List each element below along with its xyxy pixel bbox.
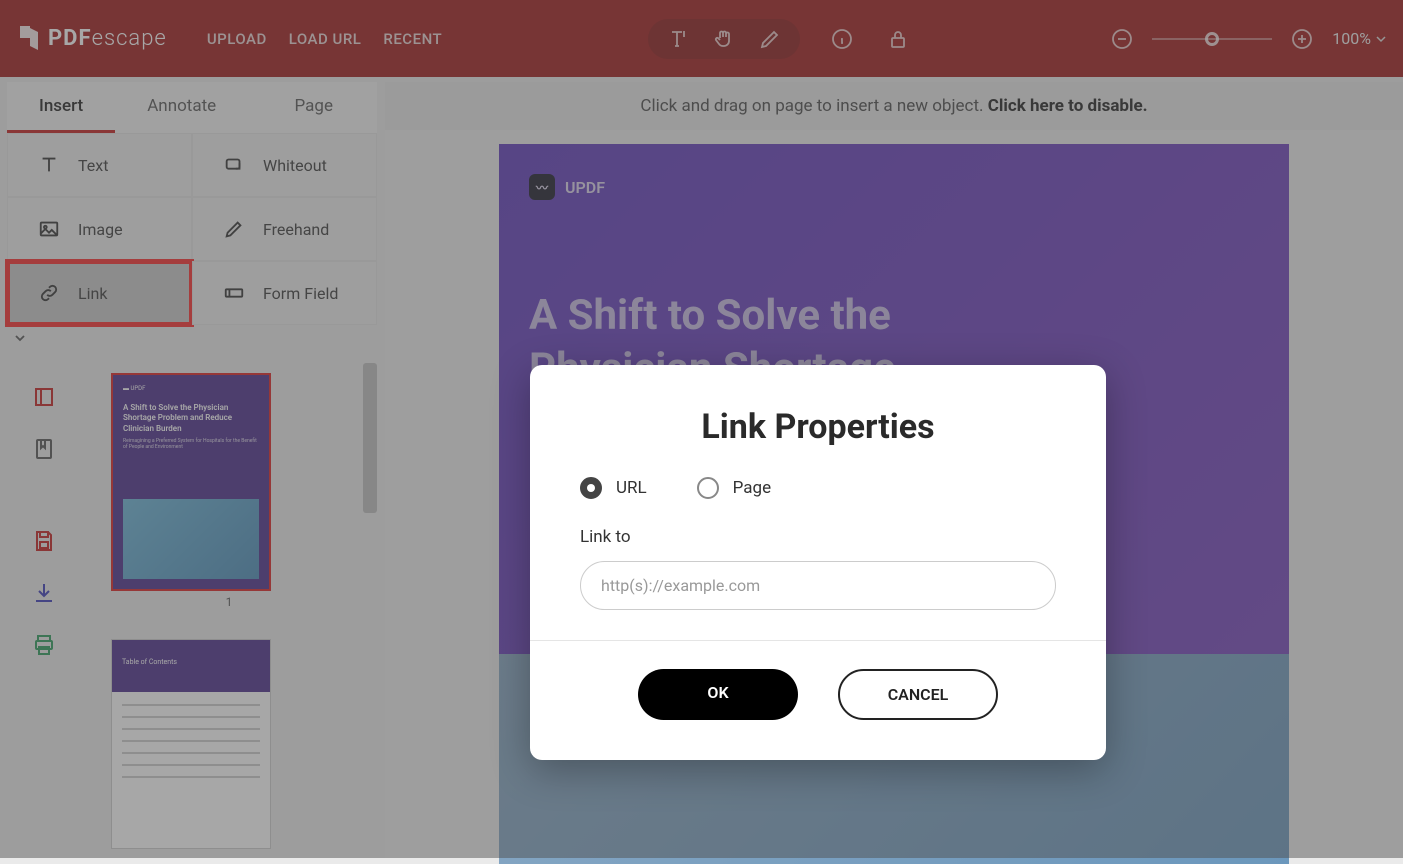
radio-page[interactable]: Page bbox=[697, 477, 771, 499]
link-properties-dialog: Link Properties URL Page Link to OK CANC… bbox=[530, 365, 1106, 760]
radio-url-indicator bbox=[580, 477, 602, 499]
dialog-title: Link Properties bbox=[530, 365, 1106, 477]
ok-button[interactable]: OK bbox=[638, 669, 798, 720]
radio-page-indicator bbox=[697, 477, 719, 499]
link-url-input[interactable] bbox=[580, 561, 1056, 610]
radio-url-label: URL bbox=[616, 478, 647, 498]
radio-page-label: Page bbox=[733, 478, 771, 498]
cancel-button[interactable]: CANCEL bbox=[838, 669, 998, 720]
link-type-radio-group: URL Page bbox=[580, 477, 1056, 499]
dialog-footer: OK CANCEL bbox=[530, 640, 1106, 760]
radio-url[interactable]: URL bbox=[580, 477, 647, 499]
link-to-label: Link to bbox=[580, 527, 1056, 547]
